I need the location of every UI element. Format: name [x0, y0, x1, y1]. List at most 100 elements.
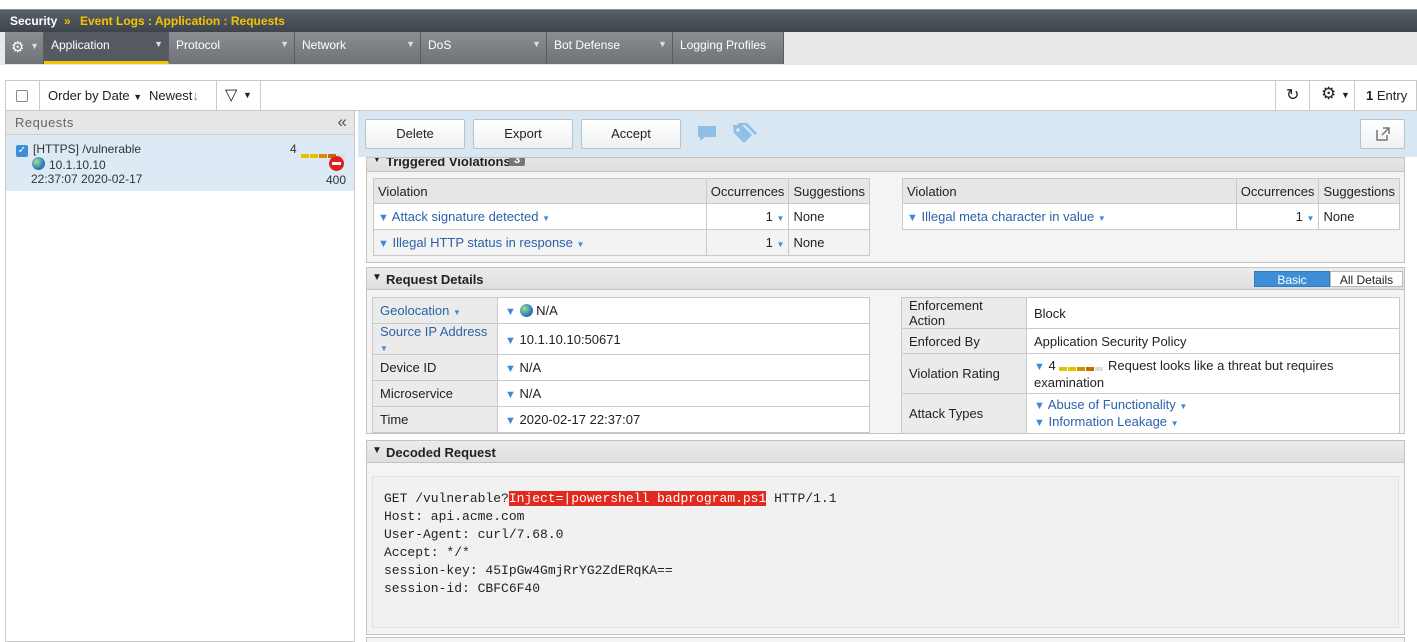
request-path: [HTTPS] /vulnerable: [33, 142, 142, 156]
comment-icon[interactable]: [696, 124, 718, 147]
requests-header: Requests «: [6, 111, 354, 135]
violation-name-link[interactable]: Illegal HTTP status in response: [393, 235, 573, 250]
sort-direction-button[interactable]: Newest↓: [149, 88, 199, 103]
export-button[interactable]: Export: [473, 119, 573, 149]
settings-dropdown[interactable]: ⚙ ▼: [1310, 81, 1355, 110]
collapse-panel-button[interactable]: «: [338, 112, 347, 132]
order-by-dropdown[interactable]: Order by Date ▼: [48, 88, 142, 103]
enforced-by-label: Enforced By: [901, 328, 1027, 354]
column-header[interactable]: Violation: [373, 178, 707, 204]
violation-name-link[interactable]: Illegal meta character in value: [922, 209, 1095, 224]
request-details-header[interactable]: ▼ Request Details Basic All Details: [367, 268, 1404, 290]
delete-button[interactable]: Delete: [365, 119, 465, 149]
caret-down-icon[interactable]: ▼: [777, 214, 785, 223]
accept-button[interactable]: Accept: [581, 119, 681, 149]
gear-icon: ⚙: [11, 39, 25, 56]
all-details-toggle[interactable]: All Details: [1330, 271, 1403, 287]
filter-icon[interactable]: ▼: [378, 212, 389, 224]
request-header-line: Accept: */*: [384, 545, 470, 560]
caret-down-icon: ▼: [243, 90, 252, 100]
caret-down-icon[interactable]: ▼: [1171, 419, 1179, 428]
tab-application[interactable]: Application ▼: [44, 32, 169, 64]
occurrences-value: 1: [765, 235, 773, 250]
list-item[interactable]: ✓ [HTTPS] /vulnerable 10.1.10.10 22:37:0…: [6, 135, 354, 191]
filter-icon[interactable]: ▼: [505, 335, 516, 347]
caret-down-icon[interactable]: ▼: [542, 214, 550, 223]
gear-menu-button[interactable]: ⚙ ▼: [5, 32, 44, 64]
column-header[interactable]: Violation: [902, 178, 1237, 204]
tab-protocol[interactable]: Protocol ▼: [169, 32, 295, 64]
filter-icon[interactable]: ▼: [505, 306, 516, 318]
select-all-checkbox[interactable]: [16, 90, 28, 102]
microservice-value: N/A: [519, 386, 542, 401]
table-row: Time ▼ 2020-02-17 22:37:07: [372, 406, 870, 433]
request-line-start: GET /vulnerable?: [384, 491, 509, 506]
microservice-label: Microservice: [372, 380, 498, 407]
chevron-down-icon: ▼: [154, 39, 163, 49]
open-external-button[interactable]: [1360, 119, 1405, 149]
filter-icon[interactable]: ▼: [505, 363, 516, 375]
request-header-line: session-id: CBFC6F40: [384, 581, 541, 596]
filter-button[interactable]: ▽ ▼: [217, 81, 261, 110]
table-row: Violation Rating ▼ 4 Request looks like …: [901, 353, 1400, 394]
basic-view-toggle[interactable]: Basic: [1254, 271, 1330, 287]
breadcrumb-separator: »: [64, 14, 71, 28]
violation-name-link[interactable]: Attack signature detected: [392, 209, 539, 224]
tab-network[interactable]: Network ▼: [295, 32, 421, 64]
column-header[interactable]: Suggestions: [1318, 178, 1400, 204]
device-id-label: Device ID: [372, 354, 498, 381]
action-bar: Delete Export Accept: [358, 111, 1417, 157]
tags-icon[interactable]: [731, 122, 759, 149]
column-header[interactable]: Occurrences: [1235, 178, 1320, 204]
time-label: Time: [372, 406, 498, 433]
table-row: Geolocation ▼ ▼ N/A: [372, 297, 870, 324]
suggestions-value: None: [788, 203, 870, 230]
breadcrumb[interactable]: Event Logs : Application : Requests: [80, 14, 285, 28]
tab-logging-profiles[interactable]: Logging Profiles: [673, 32, 784, 64]
caret-down-icon[interactable]: ▼: [380, 344, 388, 353]
caret-down-icon[interactable]: ▼: [1098, 214, 1106, 223]
caret-down-icon[interactable]: ▼: [577, 240, 585, 249]
filter-icon[interactable]: ▼: [1034, 417, 1045, 429]
refresh-button[interactable]: ↻: [1275, 81, 1310, 110]
item-checkbox[interactable]: ✓: [16, 145, 28, 157]
chevron-down-icon: ▼: [658, 39, 667, 49]
tab-label: Protocol: [176, 38, 221, 52]
filter-icon[interactable]: ▼: [1034, 361, 1045, 373]
source-ip-label[interactable]: Source IP Address: [380, 324, 487, 339]
table-row: Enforced By Application Security Policy: [901, 328, 1400, 354]
device-id-value: N/A: [519, 360, 542, 375]
decoded-request-header[interactable]: ▼ Decoded Request: [367, 441, 1404, 463]
triggered-violations-panel: ▼ Triggered Violations 3 Violation Occur…: [366, 157, 1405, 263]
attack-type-link[interactable]: Information Leakage: [1049, 414, 1168, 429]
attack-type-link[interactable]: Abuse of Functionality: [1048, 397, 1176, 412]
occurrences-value: 1: [1295, 209, 1303, 224]
rating-bar: [1059, 359, 1104, 374]
column-header[interactable]: Suggestions: [788, 178, 870, 204]
filter-icon[interactable]: ▼: [505, 415, 516, 427]
filter-icon[interactable]: ▼: [505, 389, 516, 401]
geolocation-label[interactable]: Geolocation: [380, 303, 449, 318]
list-toolbar: Order by Date ▼ Newest↓ ▽ ▼ ↻ ⚙ ▼ 1 Entr…: [5, 80, 1417, 111]
next-section-panel: [366, 637, 1405, 642]
filter-icon[interactable]: ▼: [378, 238, 389, 250]
tab-bot-defense[interactable]: Bot Defense ▼: [547, 32, 673, 64]
table-row: ▼ Attack signature detected ▼ 1 ▼ None: [373, 203, 870, 230]
caret-down-icon[interactable]: ▼: [1179, 402, 1187, 411]
geolocation-value: N/A: [536, 303, 558, 318]
chevron-down-icon: ▼: [30, 41, 39, 51]
breadcrumb-root[interactable]: Security: [10, 14, 57, 28]
caret-down-icon[interactable]: ▼: [777, 240, 785, 249]
violations-header[interactable]: ▼ Triggered Violations 3: [367, 158, 1404, 172]
chevron-down-icon: ▼: [532, 39, 541, 49]
top-bar: Security » Event Logs : Application : Re…: [0, 9, 1417, 32]
caret-down-icon[interactable]: ▼: [453, 308, 461, 317]
caret-down-icon[interactable]: ▼: [1307, 214, 1315, 223]
tab-dos[interactable]: DoS ▼: [421, 32, 547, 64]
column-header[interactable]: Occurrences: [705, 178, 790, 204]
filter-icon[interactable]: ▼: [1034, 400, 1045, 412]
chevron-down-icon: ▼: [406, 39, 415, 49]
select-all-checkbox-cell: [6, 81, 40, 110]
filter-icon[interactable]: ▼: [907, 212, 918, 224]
tab-label: Bot Defense: [554, 38, 621, 52]
